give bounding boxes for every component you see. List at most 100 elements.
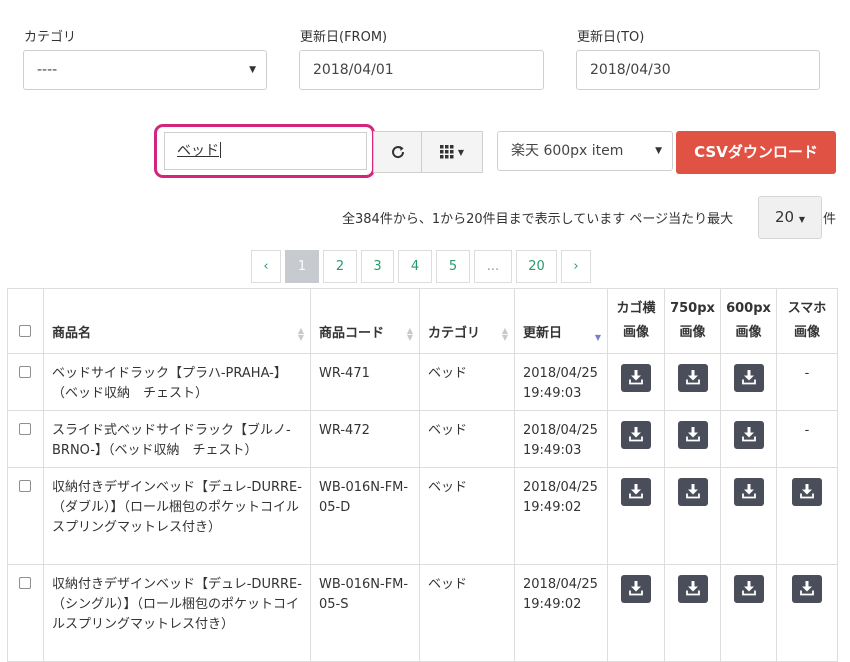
download-icon	[685, 484, 700, 499]
search-input[interactable]: ベッド	[164, 132, 367, 170]
row-select-cell	[7, 353, 44, 411]
row-select-cell	[7, 467, 44, 565]
column-header-smartphone-image: スマホ 画像	[776, 288, 838, 354]
date-from-input[interactable]: 2018/04/01	[299, 50, 544, 90]
column-header-750px-image: 750px 画像	[664, 288, 721, 354]
download-icon	[685, 370, 700, 385]
row-checkbox[interactable]	[19, 423, 31, 435]
pagination-page[interactable]: 2	[323, 250, 357, 283]
column-header-label: 画像	[793, 325, 820, 340]
download-button[interactable]	[621, 478, 651, 506]
column-header-label: 750px	[670, 301, 715, 316]
column-header-updated[interactable]: 更新日 ▼	[514, 288, 608, 354]
column-header-code[interactable]: 商品コード ▲ ▼	[310, 288, 420, 354]
download-button[interactable]	[677, 421, 708, 449]
table-header-row: 商品名 ▲ ▼ 商品コード ▲ ▼ カテゴリ ▲ ▼ 更新日 ▼ カゴ横 画像 750…	[7, 288, 838, 354]
refresh-button[interactable]	[373, 131, 422, 173]
column-header-label: 600px	[726, 301, 771, 316]
download-icon	[741, 370, 756, 385]
download-icon	[629, 370, 643, 385]
updated-time: 19:49:03	[523, 443, 582, 458]
sort-desc-icon: ▼	[594, 333, 601, 342]
download-button[interactable]	[621, 575, 651, 603]
download-button[interactable]	[733, 364, 764, 392]
column-header-cart-image: カゴ横 画像	[607, 288, 665, 354]
600px-image-cell	[720, 353, 777, 411]
column-header-label: 画像	[622, 325, 649, 340]
csv-download-button[interactable]: CSVダウンロード	[676, 131, 836, 174]
pagination-page[interactable]: 3	[361, 250, 394, 283]
download-icon	[741, 427, 756, 442]
format-select[interactable]: 楽天 600px item ▼	[497, 131, 673, 171]
download-button[interactable]	[677, 575, 708, 603]
row-checkbox[interactable]	[19, 366, 31, 378]
download-icon	[741, 484, 756, 499]
category-cell: ベッド	[419, 564, 515, 662]
600px-image-cell	[720, 467, 777, 565]
cart-image-cell	[607, 564, 665, 662]
pagination-page[interactable]: 1	[285, 250, 319, 283]
download-button[interactable]	[733, 478, 764, 506]
pagination-prev[interactable]: ‹	[251, 250, 281, 283]
smartphone-image-cell: -	[776, 410, 838, 468]
columns-toggle-button[interactable]: ▼	[421, 131, 483, 173]
pagination-next[interactable]: ›	[561, 250, 591, 283]
date-to-input[interactable]: 2018/04/30	[576, 50, 820, 90]
download-button[interactable]	[792, 575, 822, 603]
pagination-page[interactable]: 4	[398, 250, 432, 283]
product-code-cell: WB-016N-FM-05-D	[310, 467, 420, 565]
download-button[interactable]	[621, 421, 651, 449]
download-button[interactable]	[733, 421, 764, 449]
updated-time: 19:49:02	[523, 500, 582, 515]
750px-image-cell	[664, 467, 721, 565]
download-icon	[629, 427, 643, 442]
product-category: ベッド	[428, 366, 468, 381]
download-button[interactable]	[733, 575, 764, 603]
updated-cell: 2018/04/25 19:49:03	[514, 410, 608, 468]
no-image-dash: -	[804, 423, 810, 438]
product-table: 商品名 ▲ ▼ 商品コード ▲ ▼ カテゴリ ▲ ▼ 更新日 ▼ カゴ横 画像 750…	[7, 288, 838, 662]
updated-time: 19:49:02	[523, 597, 582, 612]
sort-icon: ▲ ▼	[406, 326, 413, 342]
row-checkbox[interactable]	[19, 480, 31, 492]
600px-image-cell	[720, 410, 777, 468]
category-select[interactable]: ---- ▼	[23, 50, 267, 90]
chevron-down-icon: ▼	[655, 146, 662, 156]
updated-date: 2018/04/25	[523, 577, 598, 592]
pagination-ellipsis: ...	[474, 250, 512, 283]
cart-image-cell	[607, 410, 665, 468]
select-all-checkbox[interactable]	[19, 325, 31, 337]
product-name: スライド式ベッドサイドラック【ブルノ-BRNO-】（ベッド収納 チェスト）	[52, 423, 291, 458]
pagination-page[interactable]: 20	[516, 250, 557, 283]
table-row: スライド式ベッドサイドラック【ブルノ-BRNO-】（ベッド収納 チェスト） WR-…	[7, 410, 838, 468]
product-category: ベッド	[428, 423, 468, 438]
column-header-label: 画像	[679, 325, 706, 340]
chevron-down-icon: ▼	[457, 147, 465, 157]
row-checkbox[interactable]	[19, 577, 31, 589]
select-all-cell	[7, 288, 44, 354]
column-header-category[interactable]: カテゴリ ▲ ▼	[419, 288, 515, 354]
column-header-name[interactable]: 商品名 ▲ ▼	[43, 288, 311, 354]
smartphone-image-cell	[776, 564, 838, 662]
download-button[interactable]	[792, 478, 822, 506]
download-button[interactable]	[621, 364, 651, 392]
download-button[interactable]	[677, 478, 708, 506]
sort-icon: ▲ ▼	[297, 326, 304, 342]
date-from-value: 2018/04/01	[313, 62, 394, 78]
product-code-cell: WB-016N-FM-05-S	[310, 564, 420, 662]
column-header-updated-label: 更新日	[523, 326, 563, 341]
download-button[interactable]	[677, 364, 708, 392]
text-cursor	[220, 142, 221, 158]
pagination-page[interactable]: 5	[436, 250, 470, 283]
category-cell: ベッド	[419, 353, 515, 411]
product-name: 収納付きデザインベッド【デュレ-DURRE-（ダブル）】（ロール梱包のポケットコ…	[52, 480, 302, 535]
row-select-cell	[7, 410, 44, 468]
download-icon	[800, 484, 814, 499]
per-page-select[interactable]: 20 ▼	[758, 196, 822, 239]
download-icon	[741, 581, 756, 596]
product-code: WR-472	[319, 423, 370, 438]
600px-image-cell	[720, 564, 777, 662]
category-select-value: ----	[37, 62, 58, 78]
column-header-name-label: 商品名	[52, 326, 92, 341]
750px-image-cell	[664, 410, 721, 468]
